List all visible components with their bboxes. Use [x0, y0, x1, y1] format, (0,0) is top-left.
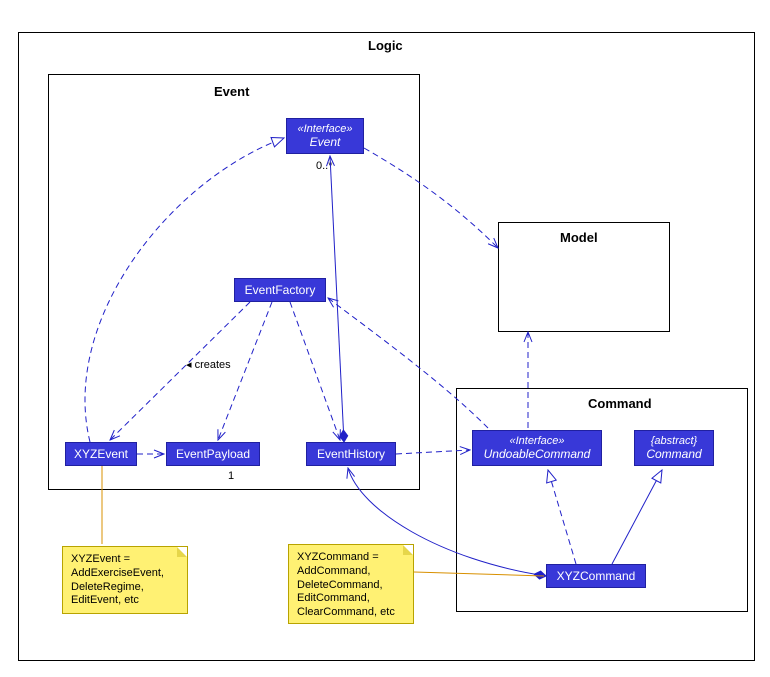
package-logic-label: Logic — [368, 38, 403, 53]
class-event-history: EventHistory — [306, 442, 396, 466]
class-undoable-command: «Interface» UndoableCommand — [472, 430, 602, 466]
stereotype-label: {abstract} — [651, 435, 697, 447]
class-name: Command — [646, 447, 701, 461]
label-creates: ◂ creates — [186, 358, 231, 371]
class-abstract-command: {abstract} Command — [634, 430, 714, 466]
package-event-label: Event — [214, 84, 249, 99]
class-name: EventHistory — [317, 447, 385, 461]
class-event-payload: EventPayload — [166, 442, 260, 466]
package-model-label: Model — [560, 230, 598, 245]
class-name: EventPayload — [176, 447, 250, 461]
class-event-interface: «Interface» Event — [286, 118, 364, 154]
note-xyz-command: XYZCommand = AddCommand, DeleteCommand, … — [288, 544, 414, 624]
class-name: EventFactory — [245, 283, 316, 297]
class-name: XYZCommand — [557, 569, 636, 583]
package-command-label: Command — [588, 396, 652, 411]
class-name: UndoableCommand — [484, 447, 591, 461]
stereotype-label: «Interface» — [509, 435, 564, 447]
class-xyz-event: XYZEvent — [65, 442, 137, 466]
note-text: XYZCommand = AddCommand, DeleteCommand, … — [297, 551, 395, 618]
class-name: Event — [310, 135, 341, 149]
note-text: XYZEvent = AddExerciseEvent, DeleteRegim… — [71, 553, 164, 606]
class-name: XYZEvent — [74, 447, 128, 461]
multiplicity-0star: 0..* — [316, 160, 333, 172]
stereotype-label: «Interface» — [297, 123, 352, 135]
multiplicity-1: 1 — [228, 470, 234, 482]
class-xyz-command: XYZCommand — [546, 564, 646, 588]
class-event-factory: EventFactory — [234, 278, 326, 302]
note-xyz-event: XYZEvent = AddExerciseEvent, DeleteRegim… — [62, 546, 188, 614]
diagram-canvas: Logic Event Model Command «Interface» Ev… — [0, 0, 770, 677]
